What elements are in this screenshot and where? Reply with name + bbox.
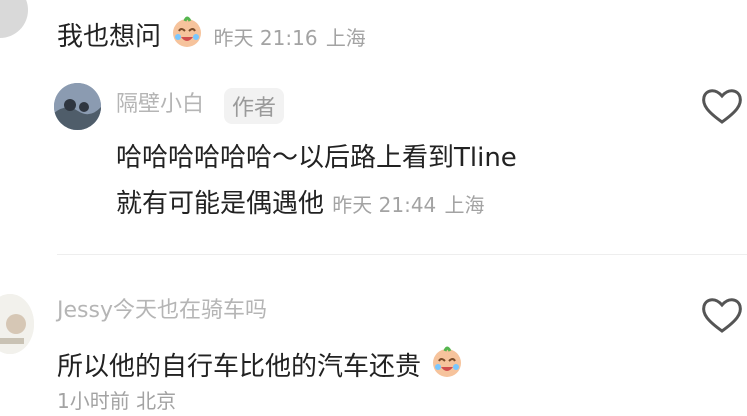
avatar-top[interactable]: [0, 0, 28, 38]
comment-text-2-row: 所以他的自行车比他的汽车还贵: [57, 343, 465, 389]
comment-body: 我也想问: [57, 22, 162, 52]
crying-laughing-emoji-icon: [429, 343, 465, 389]
crying-laughing-emoji-icon: [169, 13, 205, 59]
comment-time-2: 1小时前: [57, 389, 130, 413]
comment-location: 上海: [325, 26, 366, 50]
like-button-reply[interactable]: [700, 86, 744, 126]
avatar-author[interactable]: [54, 83, 101, 130]
reply-time: 昨天 21:44: [332, 193, 437, 217]
jessy-username[interactable]: Jessy今天也在骑车吗: [57, 296, 267, 326]
comment-body-2: 所以他的自行车比他的汽车还贵: [57, 352, 422, 382]
comment-text: 我也想问 昨天 21:16 上海: [57, 13, 366, 59]
heart-outline-icon: [702, 298, 742, 333]
reply-line-2-row: 就有可能是偶遇他 昨天 21:44 上海: [116, 186, 485, 223]
comment-location-2: 北京: [136, 389, 177, 413]
author-username[interactable]: 隔壁小白: [116, 90, 204, 120]
avatar-jessy[interactable]: [0, 294, 34, 354]
comment-time: 昨天 21:16: [213, 26, 318, 50]
divider: [57, 254, 747, 255]
author-badge: 作者: [224, 88, 285, 124]
like-button-jessy[interactable]: [700, 295, 744, 335]
reply-location: 上海: [444, 193, 485, 217]
author-avatar-image: [54, 83, 101, 130]
reply-line-1: 哈哈哈哈哈哈～以后路上看到Tline: [116, 143, 517, 173]
heart-outline-icon: [702, 89, 742, 124]
reply-line-2: 就有可能是偶遇他: [116, 189, 325, 219]
jessy-avatar-image: [0, 294, 34, 354]
